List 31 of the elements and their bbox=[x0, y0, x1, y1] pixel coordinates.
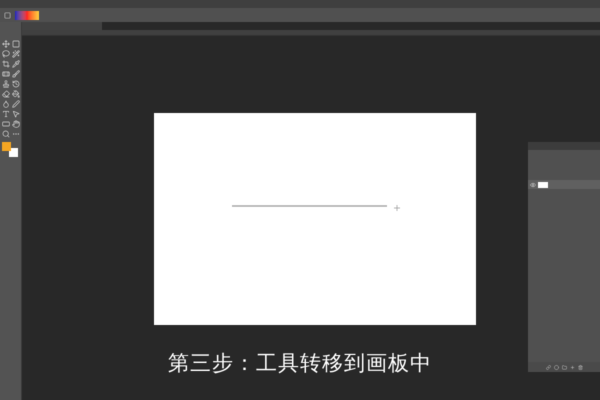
stamp-icon[interactable] bbox=[2, 80, 10, 88]
lasso-icon[interactable] bbox=[2, 50, 10, 58]
crop-icon[interactable] bbox=[2, 60, 10, 68]
eraser-icon[interactable] bbox=[2, 90, 10, 98]
layer-thumbnail bbox=[538, 182, 548, 188]
history-icon[interactable] bbox=[12, 80, 20, 88]
hand-icon[interactable] bbox=[12, 120, 20, 128]
type-icon[interactable] bbox=[2, 110, 10, 118]
circle-icon[interactable] bbox=[554, 364, 558, 370]
pointer-icon[interactable] bbox=[12, 110, 20, 118]
folder-icon[interactable] bbox=[562, 364, 566, 370]
paint-bucket-icon[interactable] bbox=[12, 90, 20, 98]
move-icon[interactable] bbox=[2, 40, 10, 48]
subtitle: 第三步：工具转移到画板中 bbox=[167, 350, 433, 377]
brush-icon[interactable] bbox=[12, 70, 20, 78]
zoom-icon[interactable] bbox=[2, 130, 10, 138]
marquee-icon[interactable] bbox=[12, 40, 20, 48]
rectangle-icon[interactable] bbox=[2, 120, 10, 128]
gradient-swatch[interactable] bbox=[15, 10, 39, 20]
pen-icon[interactable] bbox=[12, 100, 20, 108]
droplet-icon[interactable] bbox=[2, 100, 10, 108]
link-icon[interactable] bbox=[546, 364, 550, 370]
eyedropper-icon[interactable] bbox=[12, 60, 20, 68]
wand-icon[interactable] bbox=[12, 50, 20, 58]
foreground-swatch[interactable] bbox=[2, 142, 10, 151]
layer-row[interactable] bbox=[528, 180, 600, 189]
bandage-icon[interactable] bbox=[2, 70, 10, 78]
trash-icon[interactable] bbox=[578, 364, 582, 370]
tool-preset-icon[interactable] bbox=[4, 12, 11, 18]
eye-icon[interactable] bbox=[530, 182, 536, 188]
new-layer-icon[interactable] bbox=[570, 364, 574, 370]
